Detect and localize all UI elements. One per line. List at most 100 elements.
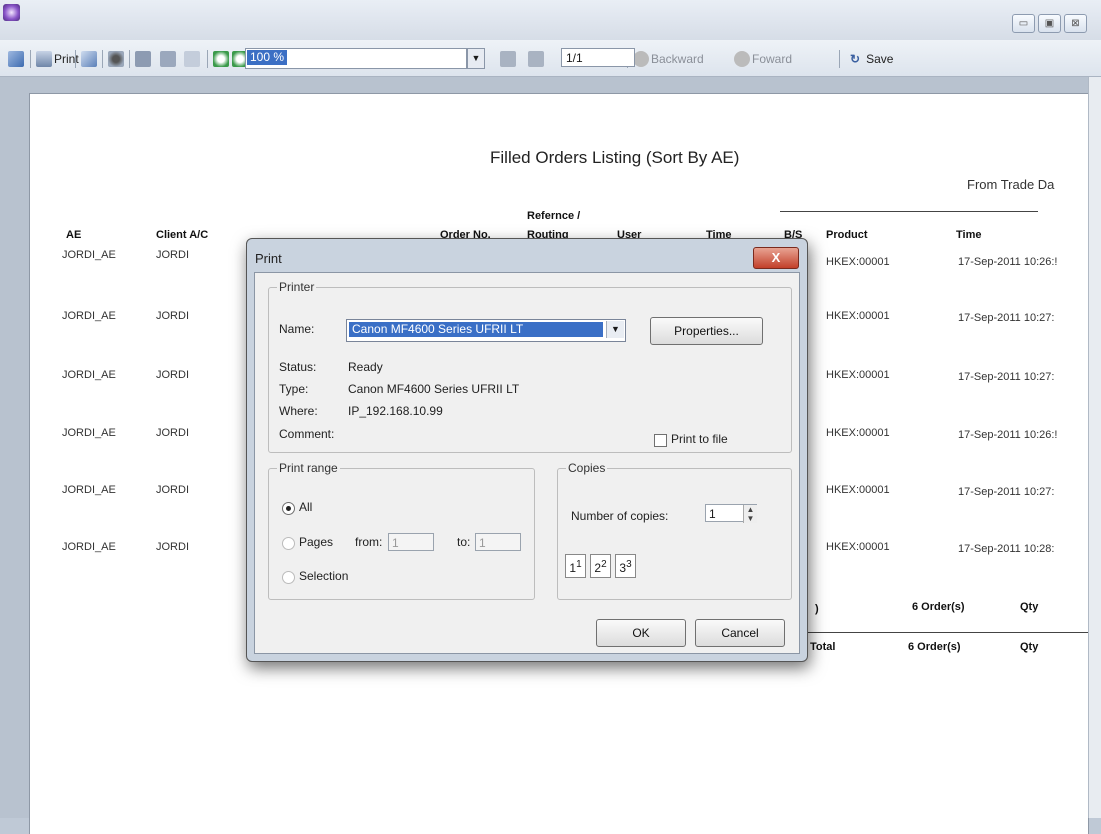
total-orders: 6 Order(s) — [908, 641, 961, 653]
prev-page-icon[interactable] — [528, 49, 544, 69]
row-ae: JORDI_AE — [62, 249, 116, 261]
app-icon — [3, 4, 20, 21]
print-dialog: Print X Printer Name: Canon MF4600 Serie… — [246, 238, 808, 662]
forward-button[interactable]: Foward — [734, 49, 792, 69]
from-label: from: — [355, 535, 383, 549]
from-field[interactable]: 1 — [388, 533, 434, 551]
printer-name-select[interactable]: Canon MF4600 Series UFRII LT ▼ — [346, 319, 626, 342]
row-product: HKEX:00001 — [826, 310, 890, 322]
copy-page-icon[interactable] — [81, 49, 97, 69]
page-width-icon[interactable] — [184, 49, 200, 69]
row-time: 17-Sep-2011 10:26:! — [958, 256, 1058, 268]
row-ae: JORDI_AE — [62, 484, 116, 496]
print-range-label: Print range — [277, 461, 340, 475]
window-titlebar: ▭ ▣ ⊠ — [0, 0, 1101, 40]
printer-icon — [36, 51, 52, 67]
to-field[interactable]: 1 — [475, 533, 521, 551]
properties-button[interactable]: Properties... — [650, 317, 763, 345]
copies-value: 1 — [709, 507, 716, 521]
row-ae: JORDI_AE — [62, 310, 116, 322]
first-page-icon[interactable] — [500, 49, 516, 69]
print-to-file-checkbox[interactable] — [654, 434, 667, 447]
ok-button[interactable]: OK — [596, 619, 686, 647]
backward-button[interactable]: Backward — [633, 49, 704, 69]
dialog-title: Print — [255, 251, 282, 266]
collate-sheet: 11 — [565, 554, 586, 578]
close-window-button[interactable]: ⊠ — [1064, 14, 1087, 33]
row-time: 17-Sep-2011 10:28: — [958, 543, 1055, 555]
row-ae: JORDI_AE — [62, 369, 116, 381]
cancel-button[interactable]: Cancel — [695, 619, 785, 647]
copies-stepper[interactable]: 1 ▲ ▼ — [705, 504, 757, 523]
copies-spinner[interactable]: ▲ ▼ — [743, 505, 757, 523]
row-client: JORDI — [156, 369, 189, 381]
status-value: Ready — [348, 360, 383, 374]
row-product: HKEX:00001 — [826, 541, 890, 553]
zoom-select[interactable]: 100 % ▼ — [245, 48, 495, 69]
row-ae: JORDI_AE — [62, 427, 116, 439]
vertical-scrollbar[interactable] — [1088, 77, 1101, 818]
backward-label: Backward — [651, 52, 704, 66]
total-qty: Qty — [1020, 641, 1039, 653]
zoom-out-icon[interactable] — [213, 49, 229, 69]
backward-icon — [633, 51, 649, 67]
where-value: IP_192.168.10.99 — [348, 404, 443, 418]
summary-qty: Qty — [1020, 601, 1039, 613]
row-client: JORDI — [156, 249, 189, 261]
col-header-time-2: Time — [956, 229, 982, 241]
row-time: 17-Sep-2011 10:27: — [958, 312, 1055, 324]
col-header-ae: AE — [66, 229, 82, 241]
copy-icon[interactable] — [8, 49, 24, 69]
forward-icon — [734, 51, 750, 67]
copies-group-label: Copies — [566, 461, 608, 475]
dialog-close-button[interactable]: X — [753, 247, 799, 269]
page-number-field[interactable]: 1/1 — [561, 48, 635, 67]
total-rule — [780, 632, 1088, 633]
status-label: Status: — [279, 360, 317, 374]
row-time: 17-Sep-2011 10:26:! — [958, 429, 1058, 441]
name-label: Name: — [279, 322, 315, 336]
zoom-value: 100 % — [247, 50, 288, 65]
print-button[interactable]: Print — [36, 49, 79, 69]
multi-page-icon[interactable] — [160, 49, 176, 69]
col-header-product: Product — [826, 229, 868, 241]
forward-label: Foward — [752, 52, 793, 66]
row-time: 17-Sep-2011 10:27: — [958, 371, 1055, 383]
find-icon[interactable] — [108, 49, 124, 69]
save-button[interactable]: ↻ Save — [850, 49, 893, 69]
save-icon: ↻ — [850, 52, 861, 66]
maximize-button[interactable]: ▣ — [1038, 14, 1061, 33]
single-page-icon[interactable] — [135, 49, 151, 69]
type-label: Type: — [279, 382, 309, 396]
copies-group: Copies — [557, 461, 792, 600]
zoom-field[interactable]: 100 % — [245, 48, 467, 69]
report-toolbar: Print Backward Foward ↻ Save — [0, 40, 1101, 77]
print-to-file-label: Print to file — [671, 432, 728, 446]
range-all-radio[interactable] — [282, 502, 295, 515]
where-label: Where: — [279, 404, 318, 418]
zoom-dropdown-arrow[interactable]: ▼ — [467, 48, 485, 69]
chevron-down-icon[interactable]: ▼ — [606, 321, 624, 338]
row-product: HKEX:00001 — [826, 484, 890, 496]
report-subtitle: From Trade Da — [967, 177, 1055, 192]
col-header-client: Client A/C — [156, 229, 209, 241]
printer-name-value: Canon MF4600 Series UFRII LT — [349, 322, 603, 337]
copies-label: Number of copies: — [571, 509, 669, 523]
row-product: HKEX:00001 — [826, 369, 890, 381]
range-selection-radio[interactable] — [282, 571, 295, 584]
type-value: Canon MF4600 Series UFRII LT — [348, 382, 520, 396]
collate-sheet: 33 — [615, 554, 636, 578]
row-client: JORDI — [156, 484, 189, 496]
collate-icon: 11 22 33 — [565, 554, 636, 578]
summary-paren: ) — [815, 603, 819, 615]
dialog-body: Printer Name: Canon MF4600 Series UFRII … — [254, 272, 800, 654]
range-all-label: All — [299, 500, 313, 514]
to-label: to: — [457, 535, 471, 549]
row-time: 17-Sep-2011 10:27: — [958, 486, 1055, 498]
report-title: Filled Orders Listing (Sort By AE) — [490, 148, 740, 167]
minimize-button[interactable]: ▭ — [1012, 14, 1035, 33]
row-ae: JORDI_AE — [62, 541, 116, 553]
row-client: JORDI — [156, 427, 189, 439]
col-header-reference-1: Refernce / — [527, 210, 581, 222]
range-pages-radio[interactable] — [282, 537, 295, 550]
